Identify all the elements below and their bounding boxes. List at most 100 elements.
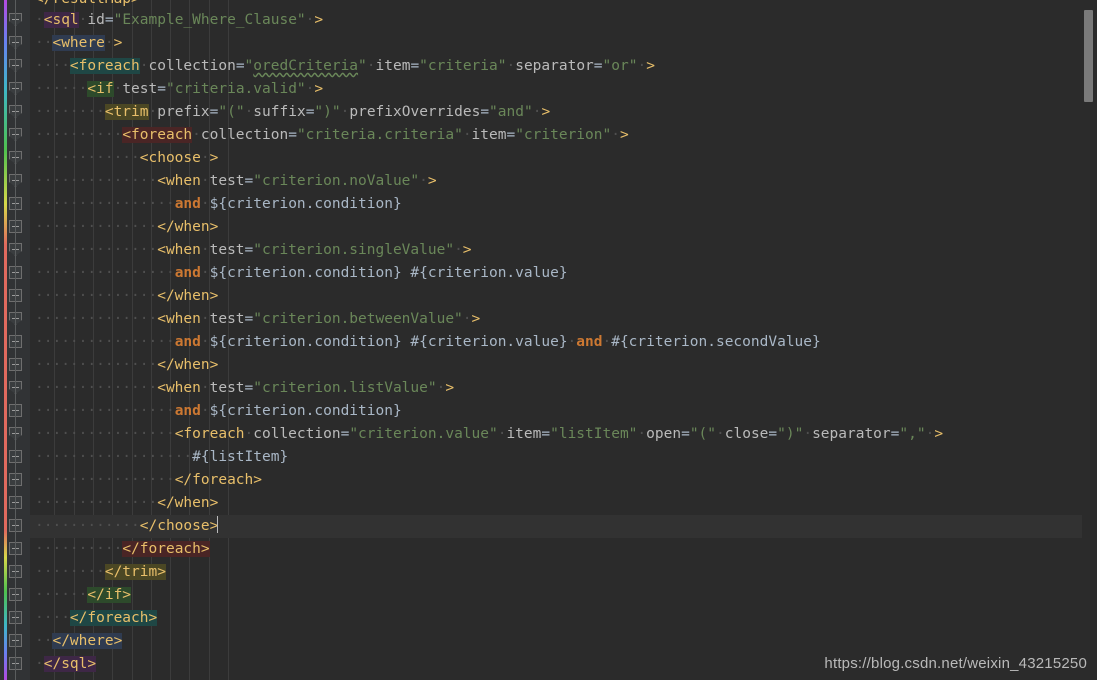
leading-whitespace: ········ bbox=[35, 104, 105, 120]
token-ws: · bbox=[462, 311, 472, 327]
token-ang: > bbox=[314, 12, 324, 28]
code-line[interactable]: ················<foreach·collection="cri… bbox=[30, 423, 1097, 446]
code-line[interactable]: ······</if> bbox=[30, 584, 1097, 607]
vertical-scrollbar-thumb[interactable] bbox=[1084, 10, 1093, 102]
leading-whitespace: · bbox=[35, 12, 44, 28]
token-kw: and bbox=[174, 403, 201, 419]
leading-whitespace: ·············· bbox=[35, 311, 158, 327]
token-ws: · bbox=[200, 311, 210, 327]
token-val: " bbox=[358, 58, 367, 74]
leading-whitespace: ···· bbox=[35, 58, 70, 74]
editor-gutter[interactable] bbox=[0, 0, 30, 680]
code-line[interactable]: ··············<when·test="criterion.betw… bbox=[30, 308, 1097, 331]
token-ws: · bbox=[637, 426, 647, 442]
token-plain: #{criterion.secondValue} bbox=[611, 334, 821, 350]
leading-whitespace: ···· bbox=[35, 610, 70, 626]
token-ws: · bbox=[244, 426, 254, 442]
token-eq: = bbox=[157, 81, 166, 97]
token-val: ")" bbox=[777, 426, 804, 442]
token-val: "Example_Where_Clause" bbox=[113, 12, 306, 28]
code-editor[interactable]: </resultMap> ·<sql·id="Example_Where_Cla… bbox=[0, 0, 1097, 680]
code-line[interactable]: ············<choose·> bbox=[30, 147, 1097, 170]
token-ang: > bbox=[619, 127, 629, 143]
fold-marker-column[interactable] bbox=[0, 0, 30, 680]
token-val: "(" bbox=[218, 104, 245, 120]
code-line[interactable]: ··············</when> bbox=[30, 354, 1097, 377]
code-line[interactable]: ············</choose> bbox=[30, 515, 1097, 538]
vertical-scrollbar-track[interactable] bbox=[1082, 0, 1097, 680]
token-val: "criteria.criteria" bbox=[296, 127, 463, 143]
code-line[interactable]: ················and·${criterion.conditio… bbox=[30, 193, 1097, 216]
code-line[interactable]: ················and·${criterion.conditio… bbox=[30, 400, 1097, 423]
token-val: " bbox=[244, 58, 254, 74]
token-attr: item bbox=[375, 58, 411, 74]
token-attr: collection bbox=[253, 426, 341, 442]
token-ws: · bbox=[192, 127, 201, 143]
fold-connector-line bbox=[15, 0, 16, 680]
code-line[interactable]: ····<foreach·collection="oredCriteria"·i… bbox=[30, 55, 1097, 78]
code-line[interactable]: ·<sql·id="Example_Where_Clause"·> bbox=[30, 9, 1097, 32]
code-line[interactable]: ··············</when> bbox=[30, 285, 1097, 308]
token-ws: · bbox=[611, 127, 620, 143]
token-kw: and bbox=[174, 265, 201, 281]
token-tag: <when bbox=[157, 242, 201, 258]
token-tag: </if> bbox=[87, 587, 132, 603]
code-line[interactable]: ··············<when·test="criterion.noVa… bbox=[30, 170, 1097, 193]
code-content[interactable]: ·<sql·id="Example_Where_Clause"·> ··<wher… bbox=[30, 0, 1097, 680]
token-tag: <sql bbox=[43, 12, 79, 28]
code-line[interactable]: ········<trim·prefix="("·suffix=")"·pref… bbox=[30, 101, 1097, 124]
token-attr: collection bbox=[148, 58, 236, 74]
code-line[interactable]: ················and·${criterion.conditio… bbox=[30, 331, 1097, 354]
token-ws: · bbox=[148, 104, 158, 120]
code-line[interactable]: ················and·${criterion.conditio… bbox=[30, 262, 1097, 285]
token-ang: > bbox=[541, 104, 551, 120]
code-line[interactable]: ····</foreach> bbox=[30, 607, 1097, 630]
code-line[interactable]: ··········<foreach·collection="criteria.… bbox=[30, 124, 1097, 147]
token-ang: > bbox=[471, 311, 481, 327]
token-attr: test bbox=[209, 173, 245, 189]
code-line[interactable]: ··············<when·test="criterion.list… bbox=[30, 377, 1097, 400]
token-tag: </where> bbox=[52, 633, 123, 649]
leading-whitespace: ················ bbox=[35, 472, 175, 488]
code-line[interactable]: ··············</when> bbox=[30, 492, 1097, 515]
token-eq: = bbox=[244, 242, 254, 258]
token-ws: · bbox=[462, 127, 472, 143]
token-attr: test bbox=[209, 380, 245, 396]
token-attr: separator bbox=[812, 426, 891, 442]
leading-whitespace: ················ bbox=[35, 265, 175, 281]
code-line[interactable]: ··</where> bbox=[30, 630, 1097, 653]
token-ws: · bbox=[200, 265, 210, 281]
token-attr: test bbox=[209, 311, 245, 327]
token-attr: id bbox=[87, 12, 105, 28]
code-line[interactable]: ··················#{listItem} bbox=[30, 446, 1097, 469]
token-val: "or" bbox=[602, 58, 638, 74]
token-attr: collection bbox=[200, 127, 289, 143]
leading-whitespace: ················ bbox=[35, 196, 175, 212]
code-line[interactable]: ··········</foreach> bbox=[30, 538, 1097, 561]
token-eq: = bbox=[244, 173, 254, 189]
token-kw: and bbox=[174, 334, 201, 350]
token-tag: <foreach bbox=[174, 426, 245, 442]
token-kw: and bbox=[576, 334, 603, 350]
leading-whitespace: ·············· bbox=[35, 357, 158, 373]
leading-whitespace: ·········· bbox=[35, 541, 123, 557]
token-val: "listItem" bbox=[550, 426, 638, 442]
token-val: "criteria" bbox=[419, 58, 507, 74]
token-ang: > bbox=[646, 58, 655, 74]
text-caret bbox=[217, 516, 219, 533]
token-ws: · bbox=[200, 380, 210, 396]
code-line[interactable]: ··<where·> bbox=[30, 32, 1097, 55]
leading-whitespace: ······ bbox=[35, 81, 88, 97]
token-plain: ${criterion.condition} bbox=[209, 403, 402, 419]
token-tag: <foreach bbox=[122, 127, 193, 143]
leading-whitespace: ············ bbox=[35, 150, 140, 166]
code-line[interactable]: ··············</when> bbox=[30, 216, 1097, 239]
token-tag: </when> bbox=[157, 357, 219, 373]
code-line[interactable]: ······<if·test="criteria.valid"·> bbox=[30, 78, 1097, 101]
token-tag: </foreach> bbox=[122, 541, 210, 557]
code-line[interactable]: ··············<when·test="criterion.sing… bbox=[30, 239, 1097, 262]
token-tag: <when bbox=[157, 311, 201, 327]
code-line[interactable]: ········</trim> bbox=[30, 561, 1097, 584]
token-plain: ${criterion.condition} bbox=[209, 196, 402, 212]
code-line[interactable]: ················</foreach> bbox=[30, 469, 1097, 492]
